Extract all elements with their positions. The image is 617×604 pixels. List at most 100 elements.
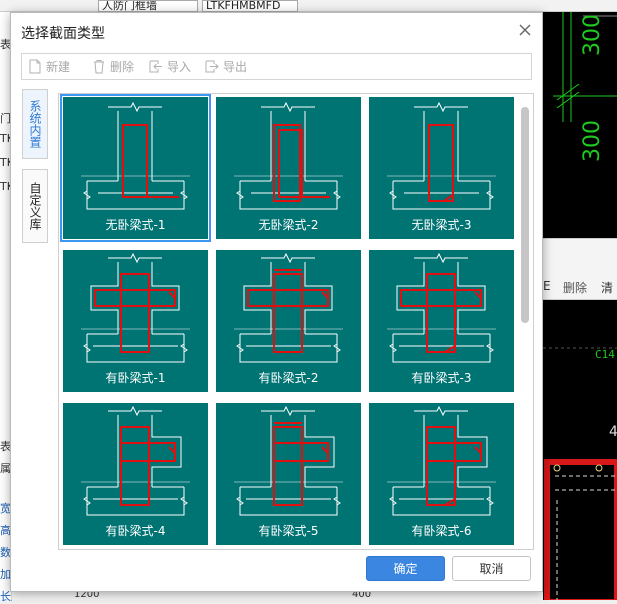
break-line [389,181,397,209]
section-tile-label: 有卧梁式-6 [411,524,472,538]
section-tile-label: 有卧梁式-3 [411,371,472,385]
tab-builtin[interactable]: 系统内置 [22,89,48,159]
section-tile-label: 有卧梁式-2 [258,371,319,385]
stirrup-rebar [426,273,456,353]
break-line [414,405,468,417]
cad-canvas-top[interactable]: 300 300 [543,12,617,238]
wall-outline [396,262,486,334]
section-tile-label: 无卧梁式-1 [105,218,166,232]
new-file-icon [29,59,41,74]
section-tile[interactable]: 有卧梁式-4 [63,403,208,545]
section-tile-label: 无卧梁式-2 [258,218,319,232]
right-toolbar: E 删除 清 [543,238,617,300]
beam-rebar [94,289,176,307]
wall-type-value: 人防门框墙 [102,0,157,12]
slab-outline [86,334,185,363]
export-button-label: 导出 [223,60,248,74]
break-line [333,181,341,209]
right-partial-button[interactable]: E [543,279,551,293]
wall-type-combo[interactable]: 人防门框墙 [98,0,198,12]
break-line [261,405,315,417]
break-line [83,334,91,362]
label-4: 4 [609,424,617,440]
cancel-button[interactable]: 取消 [452,556,531,581]
slab-outline [86,181,185,210]
cad-dimension-drawing: 300 300 [553,12,617,162]
import-button[interactable]: 导入 [148,54,191,79]
section-tile[interactable]: 有卧梁式-3 [369,250,514,392]
slab-outline [86,487,185,516]
app-top-bar: 人防门框墙 LTKFHMBMFD [0,0,617,12]
tab-builtin-label: 系统内置 [28,100,42,148]
beam-rebar [400,289,482,307]
section-tile-label: 有卧梁式-5 [258,524,319,538]
section-tile[interactable]: 有卧梁式-5 [216,403,361,545]
break-line [83,181,91,209]
stirrup-rebar [120,426,150,506]
break-line [236,487,244,515]
break-line [108,252,162,264]
grid-scrollbar[interactable] [521,100,529,544]
tab-custom-library[interactable]: 自定义库 [22,169,48,243]
slab-outline [239,334,338,363]
slab-outline [392,181,491,210]
break-line [261,101,315,113]
right-delete-button[interactable]: 删除 [563,279,587,296]
wall-outline [243,262,333,334]
dimension-300: 300 [580,14,605,56]
stirrup-rebar [426,426,456,506]
wall-outline [90,262,180,334]
section-tile[interactable]: 有卧梁式-1 [63,250,208,392]
slab-outline [392,334,491,363]
scrollbar-thumb[interactable] [521,107,529,323]
break-line [180,334,188,362]
break-line [180,487,188,515]
label-c14: C14 [595,348,615,361]
export-button[interactable]: 导出 [204,54,247,79]
break-line [486,181,494,209]
break-line [486,334,494,362]
break-line [236,181,244,209]
wall-code-combo[interactable]: LTKFHMBMFD [202,0,298,12]
section-tile[interactable]: 有卧梁式-2 [216,250,361,392]
dimension-300: 300 [580,120,605,162]
inner-rebar [278,129,303,198]
import-icon [149,60,162,73]
break-line [486,487,494,515]
break-line [261,252,315,264]
dialog-title: 选择截面类型 [21,26,105,42]
cad-plan-drawing: C14 4 [543,347,617,604]
stirrup-rebar [120,273,150,353]
tab-custom-label: 自定义库 [28,182,42,230]
break-line [236,334,244,362]
right-clear-button[interactable]: 清 [601,279,613,296]
delete-button[interactable]: 删除 [92,54,134,79]
stirrup-rebar [273,273,303,353]
break-line [180,181,188,209]
break-line [108,405,162,417]
slab-outline [392,487,491,516]
break-line [414,101,468,113]
section-tile[interactable]: 有卧梁式-6 [369,403,514,545]
stirrup-rebar [273,426,303,506]
ok-button[interactable]: 确定 [366,556,445,581]
section-tile-label: 无卧梁式-3 [411,218,472,232]
delete-button-label: 删除 [110,60,135,74]
break-line [333,487,341,515]
section-tile[interactable]: 无卧梁式-2 [216,97,361,239]
trash-icon [94,60,104,74]
cancel-button-label: 取消 [479,562,504,576]
new-button[interactable]: 新建 [28,54,70,79]
new-button-label: 新建 [46,60,71,74]
slab-outline [239,181,338,210]
close-icon[interactable] [516,21,534,39]
break-line [414,252,468,264]
select-section-type-dialog: 选择截面类型 新建 删除 导入 导出 系统内置 自定义库 无卧梁式-1 无卧梁式… [10,12,543,592]
section-tile[interactable]: 无卧梁式-1 [60,94,211,242]
section-tile-label: 有卧梁式-4 [105,524,166,538]
import-button-label: 导入 [167,60,192,74]
section-tile-label: 有卧梁式-1 [105,371,166,385]
section-tile[interactable]: 无卧梁式-3 [369,97,514,239]
ok-button-label: 确定 [393,562,418,576]
cad-canvas-bottom[interactable]: C14 4 [543,300,617,604]
